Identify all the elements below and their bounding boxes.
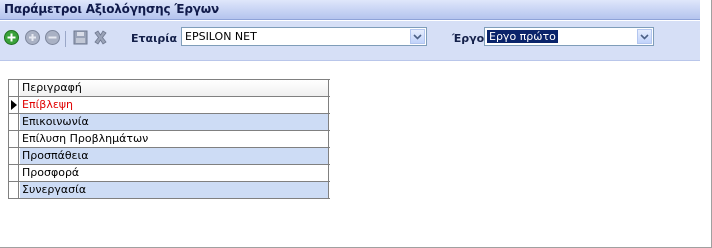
table-cell[interactable]: Συνεργασία [20, 182, 329, 198]
table-row[interactable]: Προσφορά [9, 165, 330, 182]
company-dropdown-button[interactable] [410, 29, 425, 44]
row-selector[interactable] [9, 131, 19, 147]
row-selector[interactable] [9, 97, 19, 113]
edit-icon[interactable] [25, 30, 40, 45]
criteria-grid: Περιγραφή Επίβλεψη Επικοινωνία Επίλυση Π… [8, 79, 330, 199]
project-select[interactable]: Εργο πρώτο [484, 27, 654, 46]
cell-text: Επίβλεψη [22, 98, 73, 111]
toolbar: Εταιρία EPSILON NET Έργο Εργο πρώτο [0, 21, 700, 61]
table-cell[interactable]: Προσφορά [20, 165, 329, 181]
chevron-down-icon [413, 33, 422, 40]
table-cell[interactable]: Επίλυση Προβλημάτων [20, 131, 329, 147]
project-dropdown-button[interactable] [637, 29, 652, 44]
company-value: EPSILON NET [185, 30, 257, 43]
cell-text: Επικοινωνία [22, 115, 89, 128]
add-icon[interactable] [4, 30, 19, 45]
project-value: Εργο πρώτο [487, 30, 558, 43]
current-row-arrow-icon [11, 100, 17, 110]
grid-corner [9, 80, 19, 96]
company-select[interactable]: EPSILON NET [181, 27, 427, 46]
grid-header: Περιγραφή [9, 80, 330, 97]
table-row[interactable]: Επίλυση Προβλημάτων [9, 131, 330, 148]
row-selector[interactable] [9, 165, 19, 181]
table-cell[interactable]: Επικοινωνία [20, 114, 329, 130]
row-selector[interactable] [9, 114, 19, 130]
window-title: Παράμετροι Αξιολόγησης Έργων [4, 2, 219, 16]
chevron-down-icon [640, 33, 649, 40]
project-label: Έργο [452, 32, 485, 45]
cell-text: Προσπάθεια [22, 149, 89, 162]
company-label: Εταιρία [131, 32, 178, 45]
table-row[interactable]: Επίβλεψη [9, 97, 330, 114]
row-selector[interactable] [9, 182, 19, 198]
title-bar: Παράμετροι Αξιολόγησης Έργων [0, 0, 700, 20]
table-row[interactable]: Επικοινωνία [9, 114, 330, 131]
table-cell[interactable]: Επίβλεψη [20, 97, 329, 113]
cell-text: Επίλυση Προβλημάτων [22, 132, 149, 145]
toolbar-separator [65, 31, 66, 47]
cell-text: Προσφορά [22, 166, 80, 179]
parameters-window: Παράμετροι Αξιολόγησης Έργων Εταιρία EPS… [0, 0, 712, 248]
cancel-icon[interactable] [93, 30, 108, 45]
table-cell[interactable]: Προσπάθεια [20, 148, 329, 164]
cell-text: Συνεργασία [22, 183, 87, 196]
column-header-label: Περιγραφή [22, 81, 82, 94]
delete-icon[interactable] [45, 30, 60, 45]
row-selector[interactable] [9, 148, 19, 164]
column-header-description[interactable]: Περιγραφή [20, 80, 329, 96]
table-row[interactable]: Προσπάθεια [9, 148, 330, 165]
table-row[interactable]: Συνεργασία [9, 182, 330, 199]
save-icon[interactable] [73, 30, 88, 45]
